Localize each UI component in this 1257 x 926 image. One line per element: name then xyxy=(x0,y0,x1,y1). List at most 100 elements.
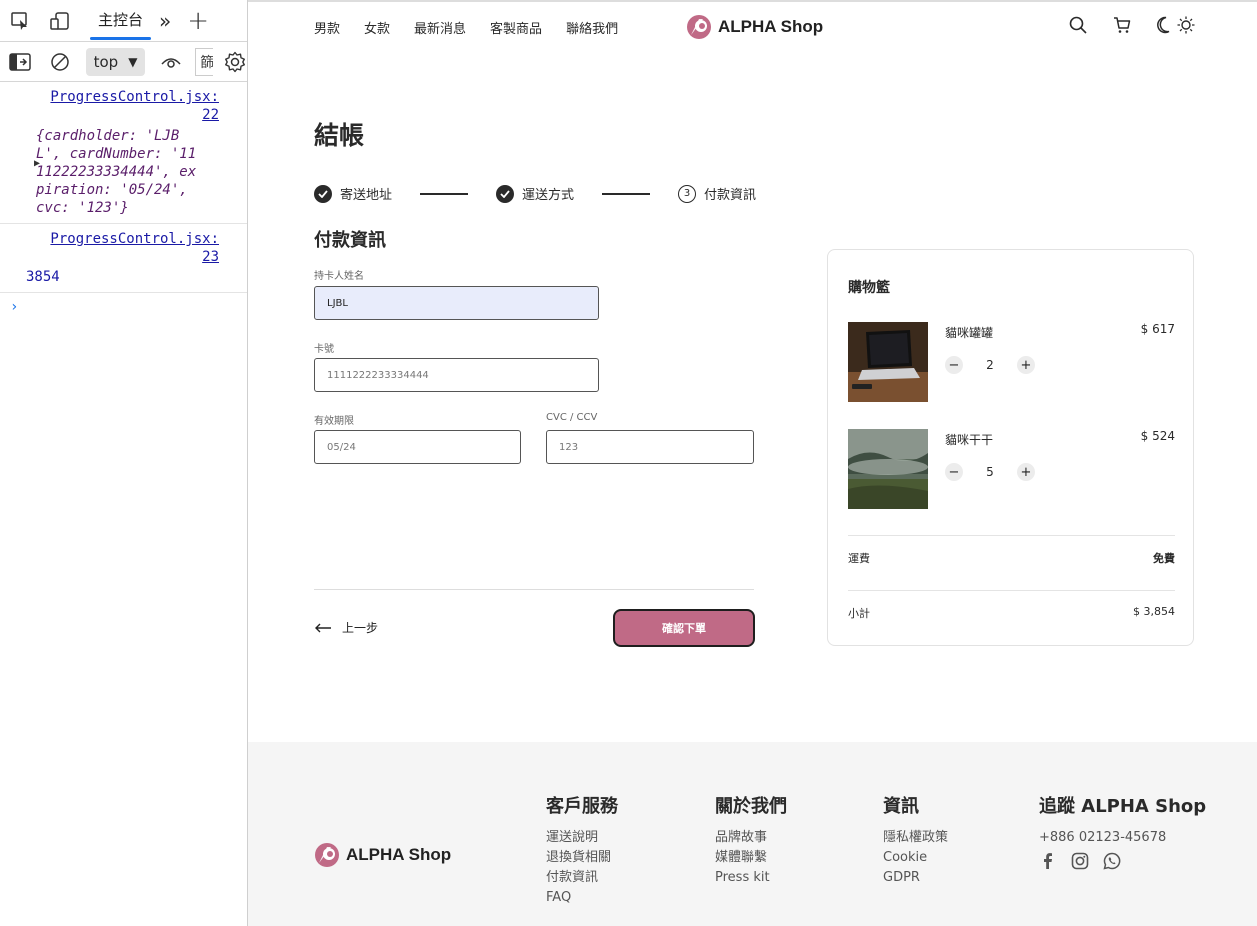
shipping-label: 運費 xyxy=(848,552,870,565)
footer-column-service: 客戶服務 運送說明 退換貨相關 付款資訊 FAQ xyxy=(546,792,618,908)
step-label: 寄送地址 xyxy=(340,188,393,203)
subtotal-row: 小計 $ 3,854 xyxy=(848,605,1175,621)
footer-link[interactable]: GDPR xyxy=(883,868,948,888)
expiry-field[interactable]: 05/24 xyxy=(314,430,521,464)
source-link[interactable]: ProgressControl.jsx: 22 xyxy=(28,88,239,124)
back-button[interactable]: 上一步 xyxy=(314,619,378,636)
subtotal-value: $ 3,854 xyxy=(1133,605,1175,618)
footer-link[interactable]: Press kit xyxy=(715,868,787,888)
cardholder-label: 持卡人姓名 xyxy=(314,271,364,282)
device-icon[interactable] xyxy=(48,9,72,33)
expand-triangle-icon[interactable]: ▶ xyxy=(34,158,40,169)
footer-column-title: 客戶服務 xyxy=(546,796,618,817)
caret-down-icon: ▼ xyxy=(128,54,138,69)
footer-link[interactable]: FAQ xyxy=(546,888,618,908)
main-nav: 男款 女款 最新消息 客製商品 聯絡我們 xyxy=(314,18,618,37)
step-shipping: 運送方式 xyxy=(496,184,574,203)
console-message-object: ProgressControl.jsx: 22 ▶ {cardholder: '… xyxy=(0,82,247,224)
footer-link[interactable]: 隱私權政策 xyxy=(883,828,948,848)
cart-title: 購物籃 xyxy=(848,280,890,296)
search-icon[interactable] xyxy=(1069,16,1087,34)
context-label: top xyxy=(93,52,119,71)
footer-column-title: 資訊 xyxy=(883,796,919,817)
filter-input[interactable]: 篩 xyxy=(195,47,214,76)
sun-icon xyxy=(1177,16,1195,34)
logged-number: 3854 xyxy=(26,269,60,285)
nav-item-women[interactable]: 女款 xyxy=(364,18,390,37)
nav-item-contact[interactable]: 聯絡我們 xyxy=(566,18,618,37)
shipping-row: 運費 免費 xyxy=(848,550,1175,566)
card-number-label: 卡號 xyxy=(314,344,334,355)
nav-item-men[interactable]: 男款 xyxy=(314,18,340,37)
footer-link[interactable]: 媒體聯繫 xyxy=(715,848,787,868)
console-prompt[interactable]: › xyxy=(0,293,247,321)
console-message-number: ProgressControl.jsx: 23 3854 xyxy=(0,224,247,293)
nav-item-news[interactable]: 最新消息 xyxy=(414,18,466,37)
item-quantity: 5 xyxy=(986,465,994,479)
moon-icon xyxy=(1157,16,1170,34)
expiry-label: 有效期限 xyxy=(314,416,354,427)
nav-item-custom[interactable]: 客製商品 xyxy=(490,18,542,37)
shop-page: 男款 女款 最新消息 客製商品 聯絡我們 ALPHA Shop 結帳 寄送地址 … xyxy=(248,0,1257,926)
footer-brand-logo[interactable]: ALPHA Shop xyxy=(314,842,451,868)
cart-item: 貓咪罐罐 $ 617 − 2 + xyxy=(848,322,1175,402)
whatsapp-icon[interactable] xyxy=(1103,852,1121,874)
confirm-order-button[interactable]: 確認下單 xyxy=(613,609,755,647)
footer-column-follow: 追蹤 ALPHA Shop +886 02123-45678 xyxy=(1039,792,1206,874)
theme-toggle[interactable] xyxy=(1157,16,1195,34)
check-icon xyxy=(496,184,515,203)
cvc-field[interactable]: 123 xyxy=(546,430,754,464)
item-quantity: 2 xyxy=(986,358,994,372)
section-title: 付款資訊 xyxy=(314,230,386,251)
brand-name: ALPHA Shop xyxy=(718,17,824,36)
plus-icon[interactable]: + xyxy=(1017,356,1035,374)
source-line: 22 xyxy=(202,107,219,123)
footer-column-title: 追蹤 ALPHA Shop xyxy=(1039,796,1207,817)
item-name: 貓咪罐罐 xyxy=(945,326,994,340)
minus-icon[interactable]: − xyxy=(945,463,963,481)
plus-icon[interactable]: + xyxy=(1017,463,1035,481)
footer-link[interactable]: 付款資訊 xyxy=(546,868,618,888)
item-price: $ 617 xyxy=(1140,322,1175,336)
eye-icon[interactable] xyxy=(159,50,183,74)
cart-item: 貓咪干干 $ 524 − 5 + xyxy=(848,429,1175,509)
sidebar-icon[interactable] xyxy=(8,50,32,74)
product-image-landscape xyxy=(848,429,928,509)
footer-phone: +886 02123-45678 xyxy=(1039,830,1167,845)
cart-icon[interactable] xyxy=(1113,16,1131,34)
social-links xyxy=(1039,852,1206,874)
instagram-icon[interactable] xyxy=(1071,852,1089,874)
card-number-field[interactable]: 1111222233334444 xyxy=(314,358,599,392)
subtotal-label: 小計 xyxy=(848,607,870,620)
clear-icon[interactable] xyxy=(48,50,72,74)
brand-logo[interactable]: ALPHA Shop xyxy=(686,14,823,40)
footer-link[interactable]: 退換貨相關 xyxy=(546,848,618,868)
step-payment: 3 付款資訊 xyxy=(678,184,756,203)
footer-link[interactable]: 運送說明 xyxy=(546,828,618,848)
facebook-icon[interactable] xyxy=(1039,852,1057,874)
cvc-label: CVC / CCV xyxy=(546,412,598,423)
progress-steps: 寄送地址 運送方式 3 付款資訊 xyxy=(314,184,756,203)
step-label: 付款資訊 xyxy=(704,188,757,203)
plus-icon[interactable]: + xyxy=(187,6,209,36)
item-price: $ 524 xyxy=(1140,429,1175,443)
shipping-value: 免費 xyxy=(1153,552,1175,565)
source-link[interactable]: ProgressControl.jsx: 23 xyxy=(28,230,239,266)
devtools-panel: 主控台 » + top ▼ 篩 ProgressControl.jsx: 22 … xyxy=(0,0,248,926)
minus-icon[interactable]: − xyxy=(945,356,963,374)
logged-object[interactable]: {cardholder: 'LJB L', cardNumber: '11 11… xyxy=(28,127,239,217)
step-number: 3 xyxy=(678,184,697,203)
quantity-stepper: − 5 + xyxy=(945,463,1035,481)
more-tabs-icon[interactable]: » xyxy=(159,9,171,33)
cardholder-field[interactable]: LJBL xyxy=(314,286,599,320)
source-line: 23 xyxy=(202,249,219,265)
tab-console[interactable]: 主控台 xyxy=(90,0,152,42)
footer-link[interactable]: Cookie xyxy=(883,848,948,868)
gear-icon[interactable] xyxy=(223,50,247,74)
page-title: 結帳 xyxy=(314,121,365,150)
footer-link[interactable]: 品牌故事 xyxy=(715,828,787,848)
devtools-main-toolbar: 主控台 » + xyxy=(0,0,247,42)
cart-divider xyxy=(848,535,1175,536)
inspect-icon[interactable] xyxy=(8,9,32,33)
context-selector[interactable]: top ▼ xyxy=(85,47,146,76)
